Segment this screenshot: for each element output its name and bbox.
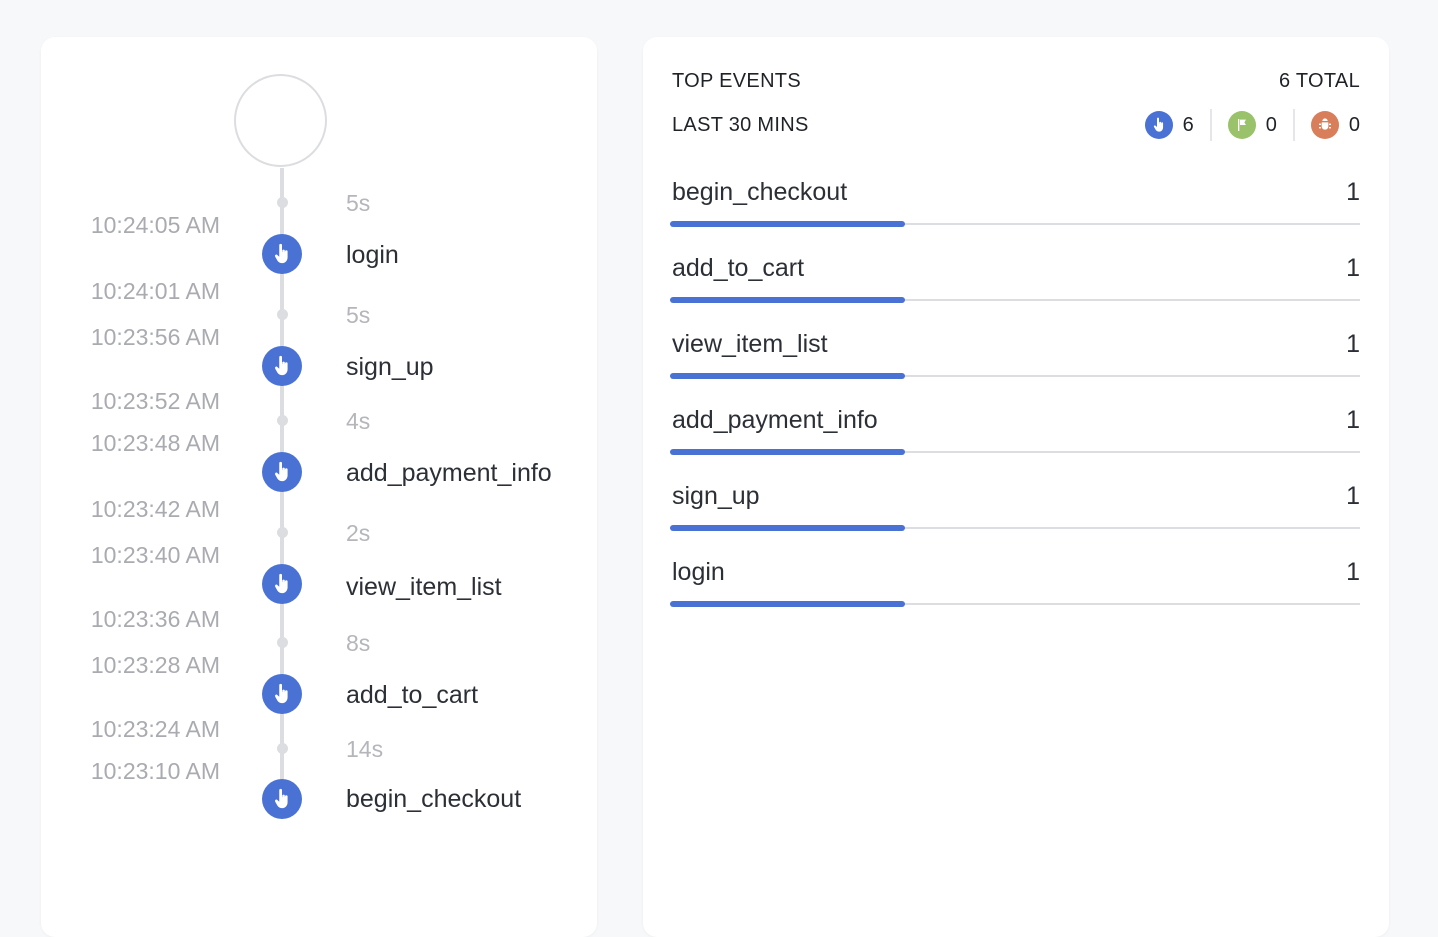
pointer-hand-icon: [274, 573, 288, 594]
click-count-value: 6: [1182, 114, 1194, 136]
pointer-hand-icon: [274, 355, 288, 376]
event-timeline-card: 5s 5s 4s 2s 8s 14s login sign_up add_pay…: [41, 37, 597, 937]
timeline-timestamp: 10:23:52 AM: [90, 388, 220, 414]
timeline-event-name[interactable]: add_to_cart: [346, 680, 478, 710]
top-event-row[interactable]: add_payment_info 1: [670, 405, 1360, 467]
top-event-row[interactable]: view_item_list 1: [670, 329, 1360, 391]
timeline-timestamp: 10:23:56 AM: [90, 324, 220, 350]
top-event-count: 1: [1346, 254, 1360, 282]
pointer-hand-icon: [274, 243, 288, 264]
timeline-start-circle: [234, 74, 327, 167]
total-count-label: 6 TOTAL: [1278, 70, 1360, 92]
timeline-event-name[interactable]: sign_up: [346, 352, 434, 382]
timeline-timestamp: 10:23:24 AM: [90, 716, 220, 742]
top-event-bar-fill: [670, 449, 905, 455]
top-event-count: 1: [1346, 558, 1360, 586]
timeline-event-name[interactable]: login: [346, 240, 399, 270]
top-event-row[interactable]: login 1: [670, 557, 1360, 619]
timeline-event-name[interactable]: begin_checkout: [346, 784, 521, 814]
timeline-timestamp: 10:23:40 AM: [90, 542, 220, 568]
timeline-event-add-to-cart[interactable]: [262, 674, 302, 714]
top-event-name: sign_up: [672, 482, 760, 510]
top-event-count: 1: [1346, 178, 1360, 206]
click-count[interactable]: 6: [1144, 111, 1194, 139]
top-event-row[interactable]: sign_up 1: [670, 481, 1360, 543]
timeline-gap-duration: 5s: [346, 302, 371, 328]
top-event-name: view_item_list: [672, 330, 828, 358]
timeline-timestamp: 10:23:10 AM: [90, 758, 220, 784]
top-events-card: TOP EVENTS 6 TOTAL LAST 30 MINS 6 0 0 be…: [643, 37, 1389, 937]
top-event-count: 1: [1346, 482, 1360, 510]
timeline-timestamp: 10:24:01 AM: [90, 278, 220, 304]
timeline-event-name[interactable]: view_item_list: [346, 572, 502, 602]
top-event-bar-fill: [670, 373, 905, 379]
top-event-row[interactable]: add_to_cart 1: [670, 253, 1360, 315]
bug-icon: [1310, 111, 1339, 139]
timeline-event-begin-checkout[interactable]: [262, 779, 302, 819]
bug-count[interactable]: 0: [1310, 111, 1360, 139]
timeline-gap-duration: 14s: [346, 736, 384, 762]
top-event-count: 1: [1346, 330, 1360, 358]
timeline-event-login[interactable]: [262, 234, 302, 274]
timeline-timestamp: 10:23:42 AM: [90, 496, 220, 522]
timeline-gap-duration: 4s: [346, 408, 371, 434]
top-event-row[interactable]: begin_checkout 1: [670, 177, 1360, 239]
top-event-name: login: [672, 558, 725, 586]
timeline-event-name[interactable]: add_payment_info: [346, 458, 552, 488]
timeline-timestamp: 10:23:28 AM: [90, 652, 220, 678]
pointer-hand-icon: [1144, 111, 1173, 139]
timeline-event-add-payment-info[interactable]: [262, 452, 302, 492]
top-event-bar-fill: [670, 525, 905, 531]
timeline-gap-dot: [276, 637, 288, 648]
timeline-gap-dot: [276, 415, 288, 426]
timeline-gap-duration: 5s: [346, 190, 371, 216]
bug-count-value: 0: [1348, 114, 1360, 136]
timeline-gap-dot: [276, 309, 288, 320]
top-event-bar-fill: [670, 221, 905, 227]
flag-icon: [1227, 111, 1256, 139]
timeline-gap-duration: 2s: [346, 520, 371, 546]
timeline-gap-duration: 8s: [346, 630, 371, 656]
timeline-gap-dot: [276, 527, 288, 538]
timeline-event-view-item-list[interactable]: [262, 564, 302, 604]
time-period-label: LAST 30 MINS: [672, 114, 809, 136]
top-event-bar-fill: [670, 297, 905, 303]
pointer-hand-icon: [274, 788, 288, 809]
timeline-gap-dot: [276, 743, 288, 754]
flag-count[interactable]: 0: [1227, 111, 1277, 139]
top-event-name: add_to_cart: [672, 254, 805, 282]
top-event-name: add_payment_info: [672, 406, 878, 434]
top-event-name: begin_checkout: [672, 178, 848, 206]
timeline-timestamp: 10:23:36 AM: [90, 606, 220, 632]
top-event-count: 1: [1346, 406, 1360, 434]
divider: [1209, 109, 1212, 141]
pointer-hand-icon: [274, 683, 288, 704]
top-event-bar-fill: [670, 601, 905, 607]
top-events-title: TOP EVENTS: [672, 70, 801, 92]
timeline-event-sign-up[interactable]: [262, 346, 302, 386]
divider: [1292, 109, 1295, 141]
pointer-hand-icon: [274, 461, 288, 482]
timeline-timestamp: 10:23:48 AM: [90, 430, 220, 456]
timeline-gap-dot: [276, 197, 288, 208]
flag-count-value: 0: [1265, 114, 1277, 136]
timeline-timestamp: 10:24:05 AM: [90, 212, 220, 238]
event-type-counts: 6 0 0: [1144, 108, 1360, 142]
